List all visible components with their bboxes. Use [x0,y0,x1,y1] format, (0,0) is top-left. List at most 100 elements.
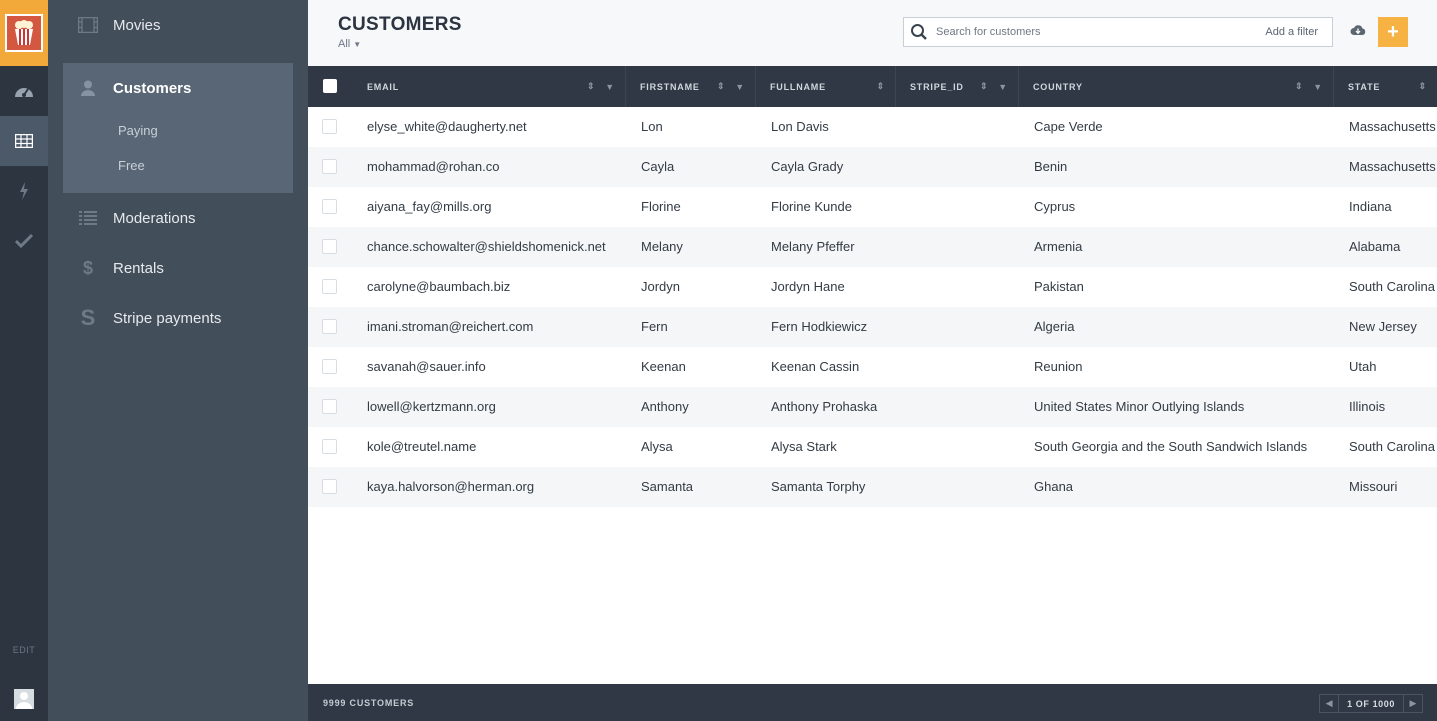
sort-icon[interactable]: ⇕ [587,81,595,92]
scope-dropdown[interactable]: All ▼ [338,38,361,50]
bolt-icon[interactable] [0,166,48,216]
cell-firstname: Anthony [641,399,689,414]
cell-stripe-id [911,307,1021,347]
row-checkbox[interactable] [322,239,337,254]
row-checkbox[interactable] [322,279,337,294]
cell-state: South Carolina [1349,279,1435,294]
column-label: STATE [1348,81,1381,92]
column-header-country[interactable]: COUNTRY ⇕ ▼ [1019,66,1334,107]
table-row[interactable]: lowell@kertzmann.org Anthony Anthony Proha… [308,387,1437,427]
column-label: COUNTRY [1033,81,1083,92]
cell-country: South Georgia and the South Sandwich Isl… [1034,439,1308,454]
row-checkbox[interactable] [322,479,337,494]
table-row[interactable]: savanah@sauer.info Keenan Keenan Cassin Reu… [308,347,1437,387]
column-header-fullname[interactable]: FULLNAME ⇕ [756,66,896,107]
cell-firstname: Keenan [641,359,686,374]
cell-fullname: Cayla Grady [771,159,844,174]
sidebar-subitem-paying[interactable]: Paying [118,113,293,148]
prev-page-button[interactable]: ◀ [1320,695,1338,712]
filter-icon[interactable]: ▼ [735,82,745,92]
table-icon[interactable] [0,116,48,166]
user-icon [78,78,98,98]
sidebar-item-customers[interactable]: Customers [63,63,293,113]
edit-label[interactable]: EDIT [0,645,48,655]
cell-fullname: Samanta Torphy [771,479,866,494]
cell-country: Armenia [1034,239,1083,254]
table-row[interactable]: carolyne@baumbach.biz Jordyn Jordyn Hane Pa… [308,267,1437,307]
sidebar-subitem-free[interactable]: Free [118,148,293,183]
popcorn-icon [5,14,43,52]
column-header-stripe-id[interactable]: STRIPE_ID ⇕ ▼ [896,66,1019,107]
sidebar-item-rentals[interactable]: $ Rentals [48,243,308,293]
cell-state: Alabama [1349,239,1401,254]
caret-down-icon: ▼ [353,40,362,49]
add-customer-button[interactable]: + [1378,17,1408,47]
cell-email: chance.schowalter@shieldshomenick.net [367,239,606,254]
cell-email: mohammad@rohan.co [367,159,500,174]
sort-icon[interactable]: ⇕ [717,81,725,92]
table-row[interactable]: mohammad@rohan.co Cayla Cayla Grady Benin Ma… [308,147,1437,187]
table-footer: 9999 CUSTOMERS ◀ 1 OF 1000 ▶ [308,684,1437,721]
column-header-firstname[interactable]: FIRSTNAME ⇕ ▼ [626,66,756,107]
sort-icon[interactable]: ⇕ [1419,81,1427,92]
row-checkbox[interactable] [322,319,337,334]
main-content: CUSTOMERS All ▼ Add a filter + EMAIL ⇕ ▼… [308,0,1437,721]
cell-fullname: Fern Hodkiewicz [771,319,868,334]
cell-country: Cape Verde [1034,119,1103,134]
select-all-checkbox[interactable] [323,79,337,93]
filter-icon[interactable]: ▼ [1313,82,1323,92]
page-header: CUSTOMERS All ▼ Add a filter + [308,0,1437,66]
table-body: elyse_white@daugherty.net Lon Lon Davis Cap… [308,107,1437,507]
cell-email: kole@treutel.name [367,439,477,454]
cell-country: Reunion [1034,359,1083,374]
row-checkbox[interactable] [322,119,337,134]
filter-icon[interactable]: ▼ [605,82,615,92]
cell-state: Indiana [1349,199,1392,214]
search-input[interactable] [936,26,1266,38]
cell-country: United States Minor Outlying Islands [1034,399,1245,414]
cell-country: Benin [1034,159,1068,174]
next-page-button[interactable]: ▶ [1404,695,1422,712]
filter-icon[interactable]: ▼ [998,82,1008,92]
avatar[interactable] [14,689,34,709]
row-checkbox[interactable] [322,399,337,414]
cell-email: aiyana_fay@mills.org [367,199,492,214]
sidebar-item-label: Customers [113,79,192,97]
table-row[interactable]: chance.schowalter@shieldshomenick.net Mel… [308,227,1437,267]
page-indicator[interactable]: 1 OF 1000 [1338,695,1404,712]
cell-firstname: Lon [641,119,663,134]
dashboard-icon[interactable] [0,66,48,116]
dollar-icon: $ [82,257,93,278]
column-header-email[interactable]: EMAIL ⇕ ▼ [353,66,626,107]
scope-label: All [338,38,351,50]
table-row[interactable]: imani.stroman@reichert.com Fern Fern Hodki… [308,307,1437,347]
cell-fullname: Alysa Stark [771,439,837,454]
page-title: CUSTOMERS [338,14,462,35]
sort-icon[interactable]: ⇕ [980,81,988,92]
sidebar-item-moderations[interactable]: Moderations [48,193,308,243]
app-logo[interactable] [0,0,48,66]
cell-stripe-id [911,187,1021,227]
table-row[interactable]: kaya.halvorson@herman.org Samanta Samanta … [308,467,1437,507]
sort-icon[interactable]: ⇕ [877,81,885,92]
check-icon[interactable] [0,216,48,266]
row-checkbox[interactable] [322,439,337,454]
sidebar-item-label: Moderations [113,209,196,227]
sidebar-item-label: Movies [113,16,161,34]
add-filter-button[interactable]: Add a filter [1265,26,1318,38]
cell-stripe-id [911,347,1021,387]
table-row[interactable]: aiyana_fay@mills.org Florine Florine Kunde… [308,187,1437,227]
column-header-state[interactable]: STATE ⇕ [1334,66,1437,107]
row-checkbox[interactable] [322,199,337,214]
table-row[interactable]: kole@treutel.name Alysa Alysa Stark South G… [308,427,1437,467]
sidebar-item-stripe-payments[interactable]: S Stripe payments [48,293,308,343]
record-count: 9999 CUSTOMERS [323,698,415,708]
table-row[interactable]: elyse_white@daugherty.net Lon Lon Davis Cap… [308,107,1437,147]
cell-state: Massachusetts [1349,159,1436,174]
row-checkbox[interactable] [322,359,337,374]
row-checkbox[interactable] [322,159,337,174]
sidebar-item-movies[interactable]: Movies [48,0,308,50]
cloud-download-button[interactable] [1344,17,1372,47]
sort-icon[interactable]: ⇕ [1295,81,1303,92]
cell-firstname: Florine [641,199,681,214]
